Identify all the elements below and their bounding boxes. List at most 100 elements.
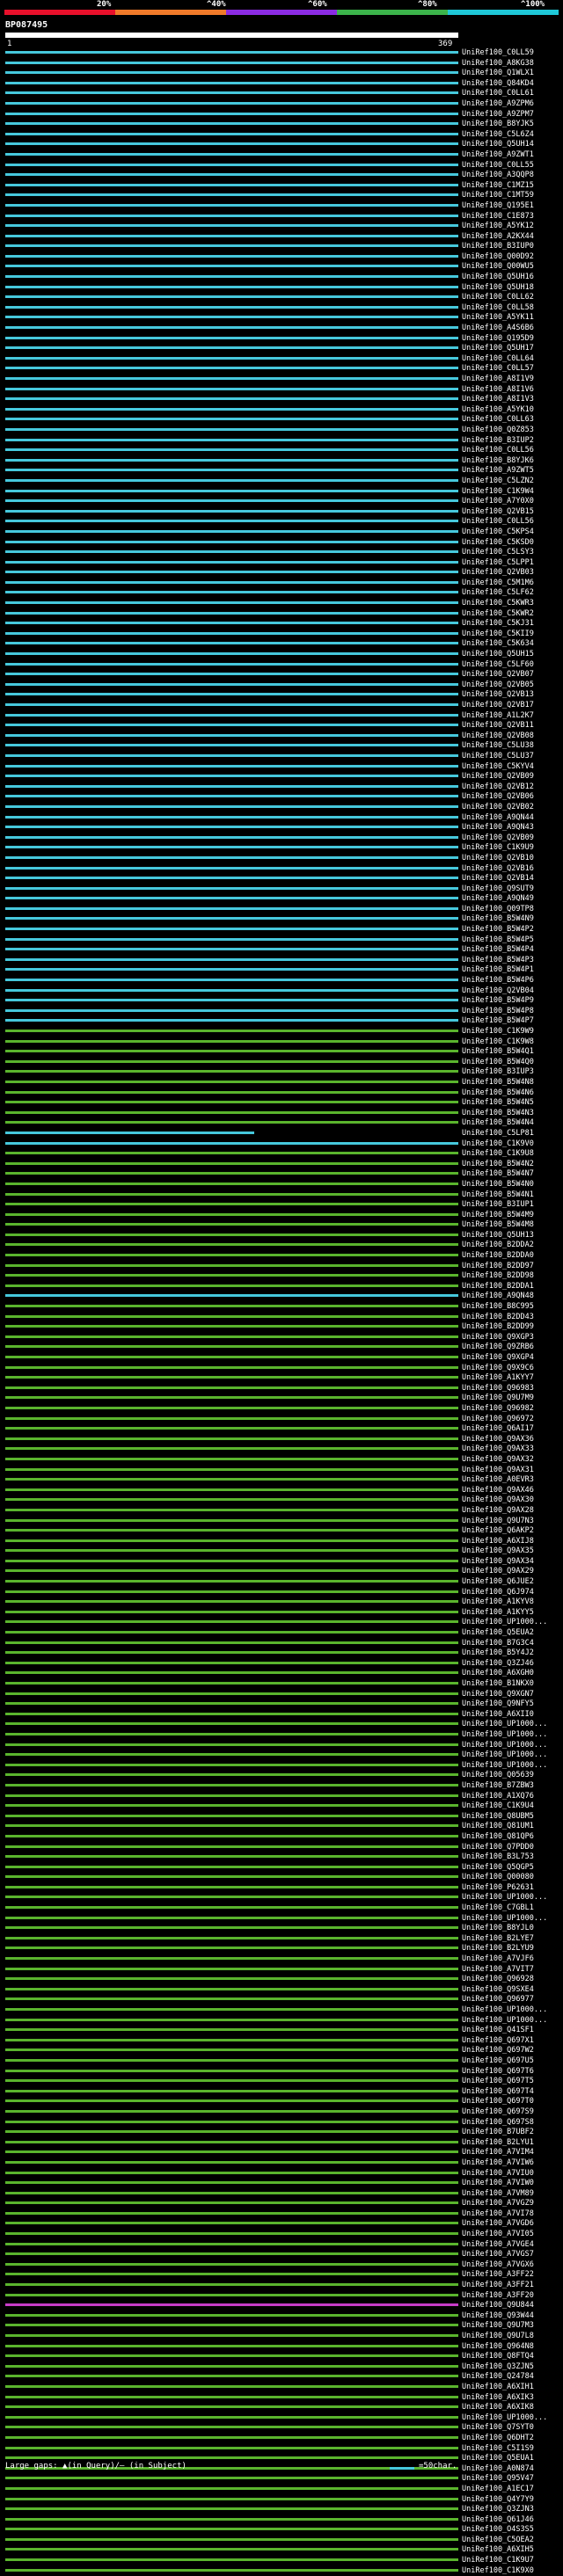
hit-alignment-bar[interactable]: [5, 316, 458, 319]
hit-label[interactable]: UniRef100_A7VIW0: [462, 2179, 534, 2189]
hit-row[interactable]: UniRef100_B2LYU1: [0, 2138, 563, 2149]
hit-alignment-bar[interactable]: [5, 611, 458, 615]
hit-alignment-bar[interactable]: [5, 1834, 458, 1837]
hit-alignment-bar[interactable]: [5, 254, 458, 258]
hit-label[interactable]: UniRef100_UP1000...: [462, 1914, 547, 1925]
hit-alignment-bar[interactable]: [5, 1732, 458, 1736]
hit-row[interactable]: UniRef100_A8I1V6: [0, 385, 563, 396]
hit-row[interactable]: UniRef100_B7ZBW3: [0, 1781, 563, 1792]
hit-row[interactable]: UniRef100_Q7PDD0: [0, 1843, 563, 1853]
hit-label[interactable]: UniRef100_UP1000...: [462, 1750, 547, 1761]
hit-row[interactable]: UniRef100_B2DD97: [0, 1262, 563, 1272]
hit-row[interactable]: UniRef100_A9ZPM7: [0, 110, 563, 120]
hit-alignment-bar[interactable]: [5, 2497, 458, 2500]
hit-row[interactable]: UniRef100_B5W4P1: [0, 965, 563, 976]
hit-row[interactable]: UniRef100_Q0Z853: [0, 426, 563, 436]
hit-row[interactable]: UniRef100_A9QN49: [0, 894, 563, 905]
hit-alignment-bar[interactable]: [5, 377, 458, 380]
hit-alignment-bar[interactable]: [5, 733, 458, 737]
hit-label[interactable]: UniRef100_Q2VB08: [462, 731, 534, 742]
hit-alignment-bar[interactable]: [5, 1783, 458, 1786]
hit-row[interactable]: UniRef100_Q9AX29: [0, 1567, 563, 1577]
hit-alignment-bar[interactable]: [5, 2018, 458, 2021]
hit-alignment-bar[interactable]: [5, 1926, 458, 1930]
hit-alignment-bar[interactable]: [5, 2130, 458, 2134]
hit-alignment-bar[interactable]: [5, 336, 458, 339]
hit-row[interactable]: UniRef100_Q2VB02: [0, 803, 563, 813]
hit-row[interactable]: UniRef100_Q697T5: [0, 2077, 563, 2087]
hit-row[interactable]: UniRef100_Q9XGP4: [0, 1353, 563, 1364]
hit-label[interactable]: UniRef100_B5W4N5: [462, 1098, 534, 1109]
hit-row[interactable]: UniRef100_Q2VB05: [0, 680, 563, 691]
hit-alignment-bar[interactable]: [5, 387, 458, 390]
hit-row[interactable]: UniRef100_C1K9X0: [0, 2566, 563, 2576]
hit-row[interactable]: UniRef100_Q24784: [0, 2372, 563, 2383]
hit-alignment-bar[interactable]: [5, 866, 458, 870]
hit-alignment-bar[interactable]: [5, 1855, 458, 1859]
hit-alignment-bar[interactable]: [5, 1875, 458, 1879]
hit-alignment-bar[interactable]: [5, 826, 458, 829]
hit-row[interactable]: UniRef100_UP1000...: [0, 1618, 563, 1628]
hit-row[interactable]: UniRef100_Q9AX35: [0, 1546, 563, 1557]
hit-label[interactable]: UniRef100_C0LL55: [462, 161, 534, 171]
hit-alignment-bar[interactable]: [5, 203, 458, 207]
hit-label[interactable]: UniRef100_Q95V47: [462, 2474, 534, 2485]
hit-row[interactable]: UniRef100_A7VGD6: [0, 2219, 563, 2230]
hit-row[interactable]: UniRef100_A7VJF6: [0, 1954, 563, 1965]
hit-row[interactable]: UniRef100_C1K9W9: [0, 1027, 563, 1037]
hit-label[interactable]: UniRef100_A0EVR3: [462, 1475, 534, 1486]
hit-row[interactable]: UniRef100_C0LL63: [0, 415, 563, 426]
hit-row[interactable]: UniRef100_C5KSD0: [0, 538, 563, 549]
hit-label[interactable]: UniRef100_A6XIK3: [462, 2393, 534, 2404]
hit-label[interactable]: UniRef100_A6XIH5: [462, 2545, 534, 2556]
hit-label[interactable]: UniRef100_A7VI05: [462, 2230, 534, 2240]
hit-label[interactable]: UniRef100_Q2VB10: [462, 854, 534, 864]
hit-alignment-bar[interactable]: [5, 295, 458, 299]
hit-alignment-bar[interactable]: [5, 550, 458, 554]
hit-row[interactable]: UniRef100_C1K9W4: [0, 487, 563, 498]
hit-row[interactable]: UniRef100_C5KYV4: [0, 762, 563, 773]
hit-label[interactable]: UniRef100_B7ZBW3: [462, 1781, 534, 1792]
hit-row[interactable]: UniRef100_Q9AX36: [0, 1435, 563, 1445]
hit-row[interactable]: UniRef100_Q05639: [0, 1771, 563, 1781]
hit-alignment-bar[interactable]: [5, 999, 458, 1002]
hit-label[interactable]: UniRef100_B5W4M9: [462, 1211, 534, 1221]
hit-alignment-bar[interactable]: [5, 580, 458, 584]
hit-row[interactable]: UniRef100_B5W4M9: [0, 1211, 563, 1221]
hit-alignment-bar[interactable]: [5, 2232, 458, 2236]
hit-label[interactable]: UniRef100_C0LL62: [462, 293, 534, 303]
hit-row[interactable]: UniRef100_Q9AX33: [0, 1444, 563, 1455]
hit-row[interactable]: UniRef100_B5W4N3: [0, 1109, 563, 1119]
hit-alignment-bar[interactable]: [5, 1152, 458, 1155]
hit-alignment-bar[interactable]: [5, 1325, 458, 1328]
hit-row[interactable]: UniRef100_Q95V47: [0, 2474, 563, 2485]
hit-row[interactable]: UniRef100_A6XIK3: [0, 2393, 563, 2404]
hit-label[interactable]: UniRef100_A7VIT7: [462, 1965, 534, 1976]
hit-row[interactable]: UniRef100_Q2VB04: [0, 986, 563, 997]
hit-alignment-bar[interactable]: [5, 1121, 458, 1124]
hit-alignment-bar[interactable]: [5, 101, 458, 105]
hit-label[interactable]: UniRef100_Q0Z853: [462, 426, 534, 436]
hit-alignment-bar[interactable]: [5, 1192, 458, 1196]
hit-alignment-bar[interactable]: [5, 948, 458, 951]
hit-label[interactable]: UniRef100_B5W4N3: [462, 1109, 534, 1119]
hit-label[interactable]: UniRef100_Q697T6: [462, 2067, 534, 2078]
hit-alignment-bar[interactable]: [5, 2028, 458, 2032]
hit-row[interactable]: UniRef100_Q00D92: [0, 252, 563, 263]
hit-row[interactable]: UniRef100_C5KWR2: [0, 609, 563, 620]
hit-label[interactable]: UniRef100_Q9U7M3: [462, 2321, 534, 2332]
hit-label[interactable]: UniRef100_A8KG38: [462, 59, 534, 69]
hit-label[interactable]: UniRef100_Q9AX35: [462, 1546, 534, 1557]
hit-label[interactable]: UniRef100_Q00WU5: [462, 262, 534, 273]
hit-label[interactable]: UniRef100_B5W4P9: [462, 996, 534, 1007]
hit-row[interactable]: UniRef100_B5W4Q1: [0, 1047, 563, 1058]
hit-label[interactable]: UniRef100_Q1WLX1: [462, 69, 534, 79]
hit-label[interactable]: UniRef100_Q9AX30: [462, 1495, 534, 1506]
hit-label[interactable]: UniRef100_Q9U7M9: [462, 1394, 534, 1404]
hit-row[interactable]: UniRef100_Q2VB11: [0, 721, 563, 731]
hit-row[interactable]: UniRef100_P62631: [0, 1883, 563, 1894]
hit-alignment-bar[interactable]: [5, 1600, 458, 1604]
hit-label[interactable]: UniRef100_Q2VB03: [462, 568, 534, 579]
hit-label[interactable]: UniRef100_Q9AX33: [462, 1444, 534, 1455]
hit-label[interactable]: UniRef100_C5KWR3: [462, 599, 534, 609]
